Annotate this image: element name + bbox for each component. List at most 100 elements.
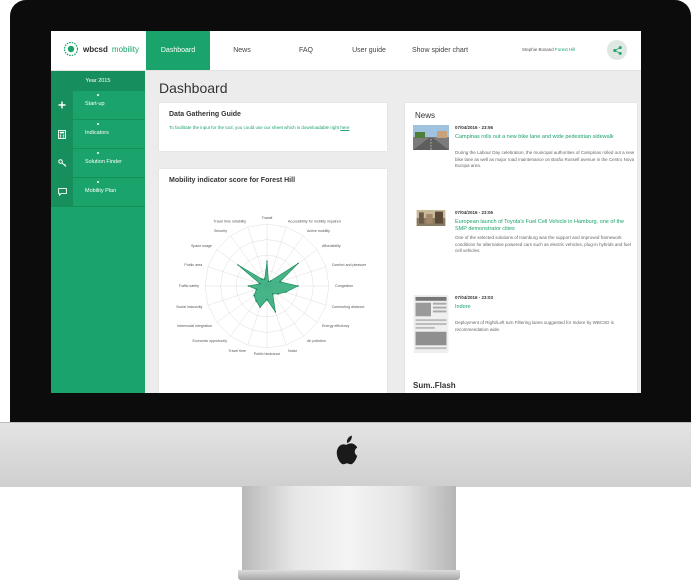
download-link[interactable]: here bbox=[340, 125, 349, 130]
nav-user-guide[interactable]: User guide bbox=[338, 31, 400, 70]
sidebar-item-label: Indicators bbox=[85, 130, 109, 136]
guide-text: To facilitate the input for the tool, yo… bbox=[169, 125, 379, 132]
radar-point bbox=[255, 288, 258, 291]
road-photo bbox=[413, 125, 449, 150]
radar-axis-label: Noise bbox=[288, 349, 297, 353]
radar-axis-label: Social inclusivity bbox=[176, 305, 202, 309]
radar-axis-label: Space usage bbox=[191, 244, 212, 248]
radar-axis-label: Energy efficiency bbox=[322, 324, 350, 328]
calculator-icon bbox=[51, 120, 73, 148]
share-button[interactable] bbox=[607, 40, 627, 60]
radar-point bbox=[272, 293, 274, 295]
main-nav: Dashboard News FAQ User guide Show spide… bbox=[146, 31, 480, 70]
chat-icon bbox=[51, 178, 73, 206]
radar-axis-label: Public hindrance bbox=[254, 352, 281, 356]
next-section-heading: Sum..Flash bbox=[413, 381, 456, 390]
radar-point bbox=[274, 311, 277, 313]
radar-axis-label: Public area bbox=[184, 263, 202, 267]
chart-title: Mobility indicator score for Forest Hill bbox=[169, 177, 296, 184]
radar-series-area bbox=[237, 261, 299, 313]
news-body: Deployment of Right/Left turn Filtering … bbox=[455, 320, 614, 332]
brand-product: mobility bbox=[111, 44, 140, 54]
key-icon bbox=[51, 149, 73, 177]
radar-axis-label: Travel time reliability bbox=[213, 220, 246, 224]
plus-icon bbox=[51, 91, 73, 119]
radar-point bbox=[297, 285, 299, 287]
card-title: Data Gathering Guide bbox=[169, 111, 241, 118]
step-dot bbox=[97, 152, 99, 154]
brand-name: wbcsd bbox=[83, 44, 108, 54]
radar-point bbox=[253, 294, 255, 297]
news-headline[interactable]: European launch of Toyota's Fuel Cell Ve… bbox=[455, 219, 635, 233]
radar-axis-label: Security bbox=[214, 229, 227, 233]
monitor-stand-base bbox=[238, 570, 460, 580]
nav-faq[interactable]: FAQ bbox=[274, 31, 338, 70]
news-card: News 07/04/2016 - 23:56 Campinas rolls o… bbox=[405, 103, 637, 393]
step-dot bbox=[97, 123, 99, 125]
radar-spoke bbox=[207, 266, 268, 287]
sidebar-item-label: Start-up bbox=[85, 101, 105, 107]
radar-axis-label: Travel time bbox=[228, 349, 246, 353]
radar-axis-label: Intermodal integration bbox=[177, 324, 212, 328]
radar-point bbox=[277, 293, 279, 295]
nav-dashboard[interactable]: Dashboard bbox=[146, 31, 210, 70]
radar-axis-label: Air pollution bbox=[307, 339, 326, 343]
wbcsd-logo-icon bbox=[63, 41, 79, 57]
step-dot bbox=[97, 94, 99, 96]
news-date: 07/04/2016 - 23:05 bbox=[455, 210, 494, 215]
radar-point bbox=[279, 281, 281, 283]
share-icon bbox=[612, 45, 622, 55]
radar-axis-label: Congestion bbox=[335, 284, 353, 288]
sidebar-item-label: Solution Finder bbox=[85, 159, 122, 165]
user-location: Forest Hill bbox=[555, 47, 576, 52]
radar-point bbox=[237, 264, 239, 266]
page-title: Dashboard bbox=[159, 80, 228, 96]
radar-axis-label: Comfort and pleasure bbox=[332, 263, 367, 267]
user-info[interactable]: Stephie Bosand Forest Hill bbox=[522, 47, 575, 52]
radar-axis-label: Affordability bbox=[322, 244, 341, 248]
radar-axis-label: Traffic safety bbox=[179, 284, 200, 288]
main-content: Dashboard Data Gathering Guide To facili… bbox=[145, 71, 641, 393]
radar-point bbox=[264, 278, 266, 280]
radar-point bbox=[269, 280, 272, 282]
sidebar-item-label: Mobility Plan bbox=[85, 188, 117, 194]
newspaper-photo bbox=[413, 295, 449, 353]
year-selector[interactable]: Year 2015 bbox=[51, 71, 145, 91]
city-photo bbox=[416, 210, 446, 226]
data-gathering-card: Data Gathering Guide To facilitate the i… bbox=[159, 103, 387, 151]
news-body: One of the selected solutions of Hamburg… bbox=[455, 235, 631, 253]
radar-point bbox=[259, 283, 261, 285]
radar-spoke bbox=[266, 235, 304, 287]
user-name: Stephie Bosand bbox=[522, 47, 554, 52]
radar-point bbox=[266, 298, 268, 301]
sidebar-item-solution-finder[interactable]: Solution Finder bbox=[51, 149, 145, 178]
radar-point bbox=[285, 291, 287, 293]
news-date: 07/04/2016 - 23:03 bbox=[455, 295, 494, 300]
apple-logo-icon bbox=[336, 435, 358, 465]
radar-point bbox=[297, 262, 299, 265]
news-headline[interactable]: Indore bbox=[455, 304, 635, 311]
monitor-stand bbox=[242, 486, 456, 576]
nav-spider-chart[interactable]: Show spider chart bbox=[400, 31, 480, 70]
news-item[interactable]: 07/04/2016 - 23:03 Indore Deployment of … bbox=[413, 295, 629, 375]
news-item[interactable]: 07/04/2016 - 23:05 European launch of To… bbox=[413, 210, 631, 290]
radar-point bbox=[255, 300, 257, 302]
brand-logo[interactable]: wbcsd mobility bbox=[63, 41, 139, 57]
guide-description: To facilitate the input for the tool, yo… bbox=[169, 125, 340, 130]
news-item[interactable]: 07/04/2016 - 23:56 Campinas rolls out a … bbox=[413, 125, 634, 205]
radar-axis-label: Transit bbox=[262, 216, 273, 220]
news-headline[interactable]: Campinas rolls out a new bike lane and w… bbox=[455, 134, 635, 141]
sidebar-item-mobility-plan[interactable]: Mobility Plan bbox=[51, 178, 145, 207]
radar-point bbox=[261, 278, 263, 280]
radar-axis-label: Active mobility bbox=[307, 229, 330, 233]
app-screen: wbcsd mobility Dashboard News FAQ User g… bbox=[51, 31, 641, 393]
sidebar-item-indicators[interactable]: Indicators bbox=[51, 120, 145, 149]
top-navigation: wbcsd mobility Dashboard News FAQ User g… bbox=[51, 31, 641, 71]
mobility-chart-card: Mobility indicator score for Forest Hill… bbox=[159, 169, 387, 393]
nav-news[interactable]: News bbox=[210, 31, 274, 70]
news-title: News bbox=[415, 111, 436, 120]
radar-point bbox=[266, 260, 268, 262]
sidebar-item-start-up[interactable]: Start-up bbox=[51, 91, 145, 120]
sidebar: Year 2015 Start-up Indicators Solution F… bbox=[51, 71, 145, 393]
news-date: 07/04/2016 - 23:56 bbox=[455, 125, 494, 130]
